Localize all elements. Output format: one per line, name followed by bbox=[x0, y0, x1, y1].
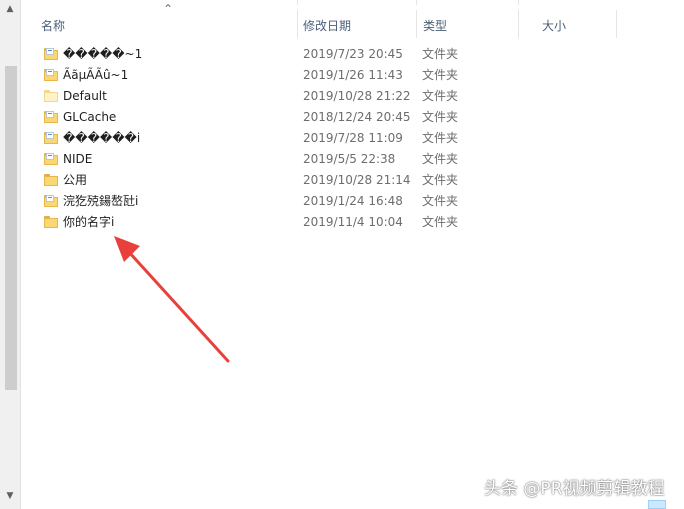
arrow-shaft bbox=[126, 249, 230, 363]
watermark: 头条 @PR视频剪辑教程 bbox=[484, 479, 665, 499]
view-toggle[interactable] bbox=[648, 500, 666, 509]
annotation-arrow bbox=[114, 236, 230, 363]
